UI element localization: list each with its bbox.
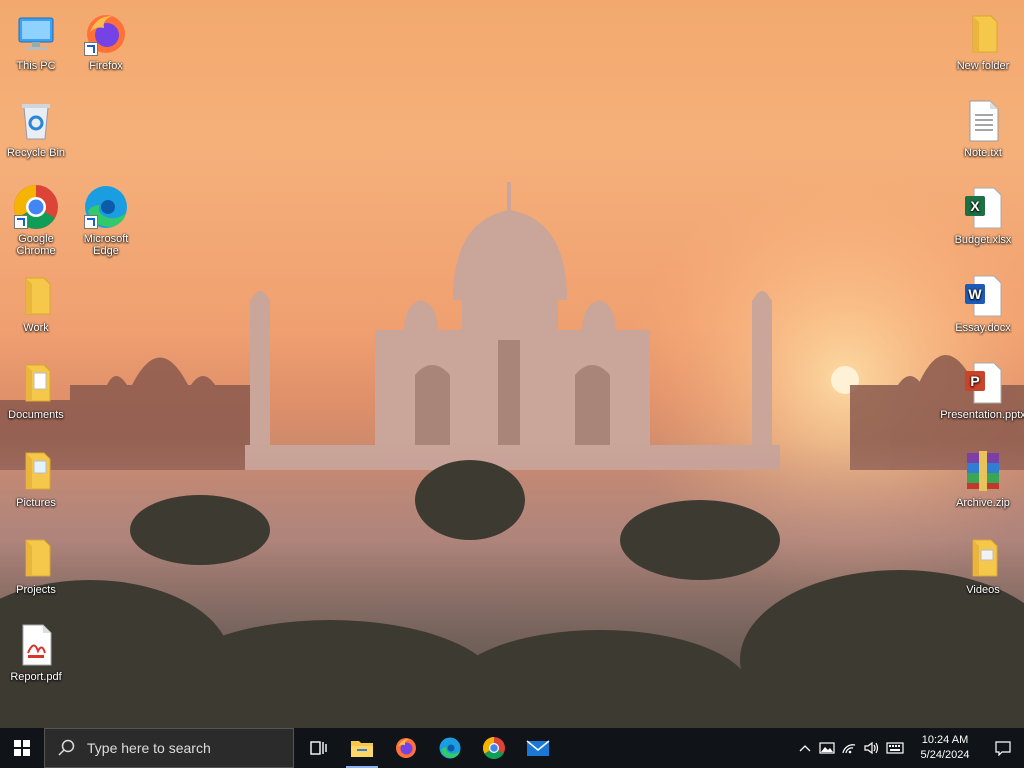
search-placeholder: Type here to search [87, 740, 211, 756]
folder-icon [12, 447, 60, 495]
input-method-button[interactable] [882, 728, 908, 768]
shortcut-arrow-icon [84, 215, 98, 229]
start-button[interactable] [0, 728, 44, 768]
taskbar-edge[interactable] [428, 728, 472, 768]
this-pc-icon [12, 10, 60, 58]
desktop-icon-label: Documents [8, 409, 64, 421]
show-hidden-icons-button[interactable] [794, 728, 816, 768]
desktop-icon-edge[interactable]: Microsoft Edge [70, 183, 142, 257]
desktop-icon-label: Videos [966, 584, 1000, 596]
volume-button[interactable] [860, 728, 882, 768]
powerpoint-file-icon: P [959, 359, 1007, 407]
word-file-icon: W [959, 272, 1007, 320]
action-center-button[interactable] [982, 728, 1024, 768]
desktop-icon-label: Microsoft Edge [83, 233, 129, 257]
taskbar-file-explorer[interactable] [340, 728, 384, 768]
edge-icon [439, 737, 461, 759]
shortcut-arrow-icon [84, 42, 98, 56]
chrome-icon [483, 737, 505, 759]
svg-text:W: W [968, 286, 982, 302]
network-icon [842, 744, 856, 754]
excel-file-icon: X [959, 184, 1007, 232]
keyboard-icon [886, 742, 904, 754]
chevron-up-icon [799, 745, 811, 752]
desktop-icon-chrome[interactable]: Google Chrome [0, 183, 72, 257]
desktop-icon-label: Report.pdf [10, 671, 62, 683]
taskbar-mail[interactable] [516, 728, 560, 768]
desktop-icon-presentation-pptx[interactable]: P Presentation.pptx [940, 359, 1024, 421]
pdf-file-icon [12, 621, 60, 669]
desktop-icon-folder-videos[interactable]: Videos [947, 534, 1019, 596]
text-file-icon [959, 97, 1007, 145]
mail-icon [526, 740, 550, 756]
desktop-icon-folder-pictures[interactable]: Pictures [0, 447, 72, 509]
desktop-icon-folder-documents[interactable]: Documents [0, 359, 72, 421]
system-tray: 10:24 AM 5/24/2024 [794, 728, 1024, 768]
desktop-icon-folder-projects[interactable]: Projects [0, 534, 72, 596]
clock-time: 10:24 AM [921, 734, 969, 746]
desktop-icon-label: Budget.xlsx [954, 234, 1012, 246]
taskbar-clock[interactable]: 10:24 AM 5/24/2024 [908, 733, 982, 763]
desktop-icon-label: This PC [16, 60, 56, 72]
clock-date: 5/24/2024 [920, 749, 970, 761]
folder-icon [12, 272, 60, 320]
desktop-icon-folder-work[interactable]: Work [0, 272, 72, 334]
desktop-icon-label: Work [23, 322, 49, 334]
desktop-icon-archive-zip[interactable]: Archive.zip [947, 447, 1019, 509]
notification-icon [995, 741, 1011, 756]
windows-logo-icon [14, 740, 30, 756]
svg-text:P: P [970, 373, 979, 389]
desktop-icon-report-pdf[interactable]: Report.pdf [0, 621, 72, 683]
desktop-icon-label: Presentation.pptx [940, 409, 1024, 421]
desktop-icon-new-folder[interactable]: New folder [947, 10, 1019, 72]
chrome-icon [12, 183, 60, 231]
winrar-archive-icon [959, 447, 1007, 495]
taskbar-chrome[interactable] [472, 728, 516, 768]
file-explorer-icon [351, 741, 373, 757]
desktop-wallpaper [0, 0, 1024, 728]
task-view-icon [310, 741, 327, 755]
desktop-icon-label: Essay.docx [955, 322, 1011, 334]
task-view-button[interactable] [296, 728, 340, 768]
desktop-icon-label: Recycle Bin [6, 147, 66, 159]
desktop-icon-firefox[interactable]: Firefox [70, 10, 142, 72]
desktop-icon-label: Pictures [16, 497, 56, 509]
taskbar-search-box[interactable]: Type here to search [44, 728, 294, 768]
desktop-icon-essay-docx[interactable]: W Essay.docx [947, 272, 1019, 334]
desktop-icon-recycle-bin[interactable]: Recycle Bin [0, 97, 72, 159]
firefox-icon [82, 10, 130, 58]
network-button[interactable] [838, 728, 860, 768]
folder-icon [12, 359, 60, 407]
desktop-icon-note-txt[interactable]: Note.txt [947, 97, 1019, 159]
desktop-icon-label: New folder [956, 60, 1010, 72]
desktop-icon-budget-xlsx[interactable]: X Budget.xlsx [947, 184, 1019, 246]
folder-icon [959, 534, 1007, 582]
shortcut-arrow-icon [14, 215, 28, 229]
edge-icon [82, 183, 130, 231]
svg-text:X: X [970, 198, 980, 214]
desktop-icon-this-pc[interactable]: This PC [0, 10, 72, 72]
folder-icon [959, 10, 1007, 58]
desktop-icon-label: Firefox [89, 60, 123, 72]
taskbar-firefox[interactable] [384, 728, 428, 768]
taskbar: Type here to search 10:24 AM 5/24/2024 [0, 728, 1024, 768]
desktop-icon-label: Projects [16, 584, 56, 596]
firefox-icon [396, 738, 416, 758]
speaker-icon [864, 741, 879, 755]
desktop-icon-label: Note.txt [964, 147, 1002, 159]
folder-icon [12, 534, 60, 582]
search-icon [58, 739, 75, 756]
tray-photos-button[interactable] [816, 728, 838, 768]
image-icon [819, 742, 835, 754]
desktop-icon-label: Google Chrome [16, 233, 56, 257]
recycle-bin-icon [12, 97, 60, 145]
desktop-icon-label: Archive.zip [956, 497, 1010, 509]
